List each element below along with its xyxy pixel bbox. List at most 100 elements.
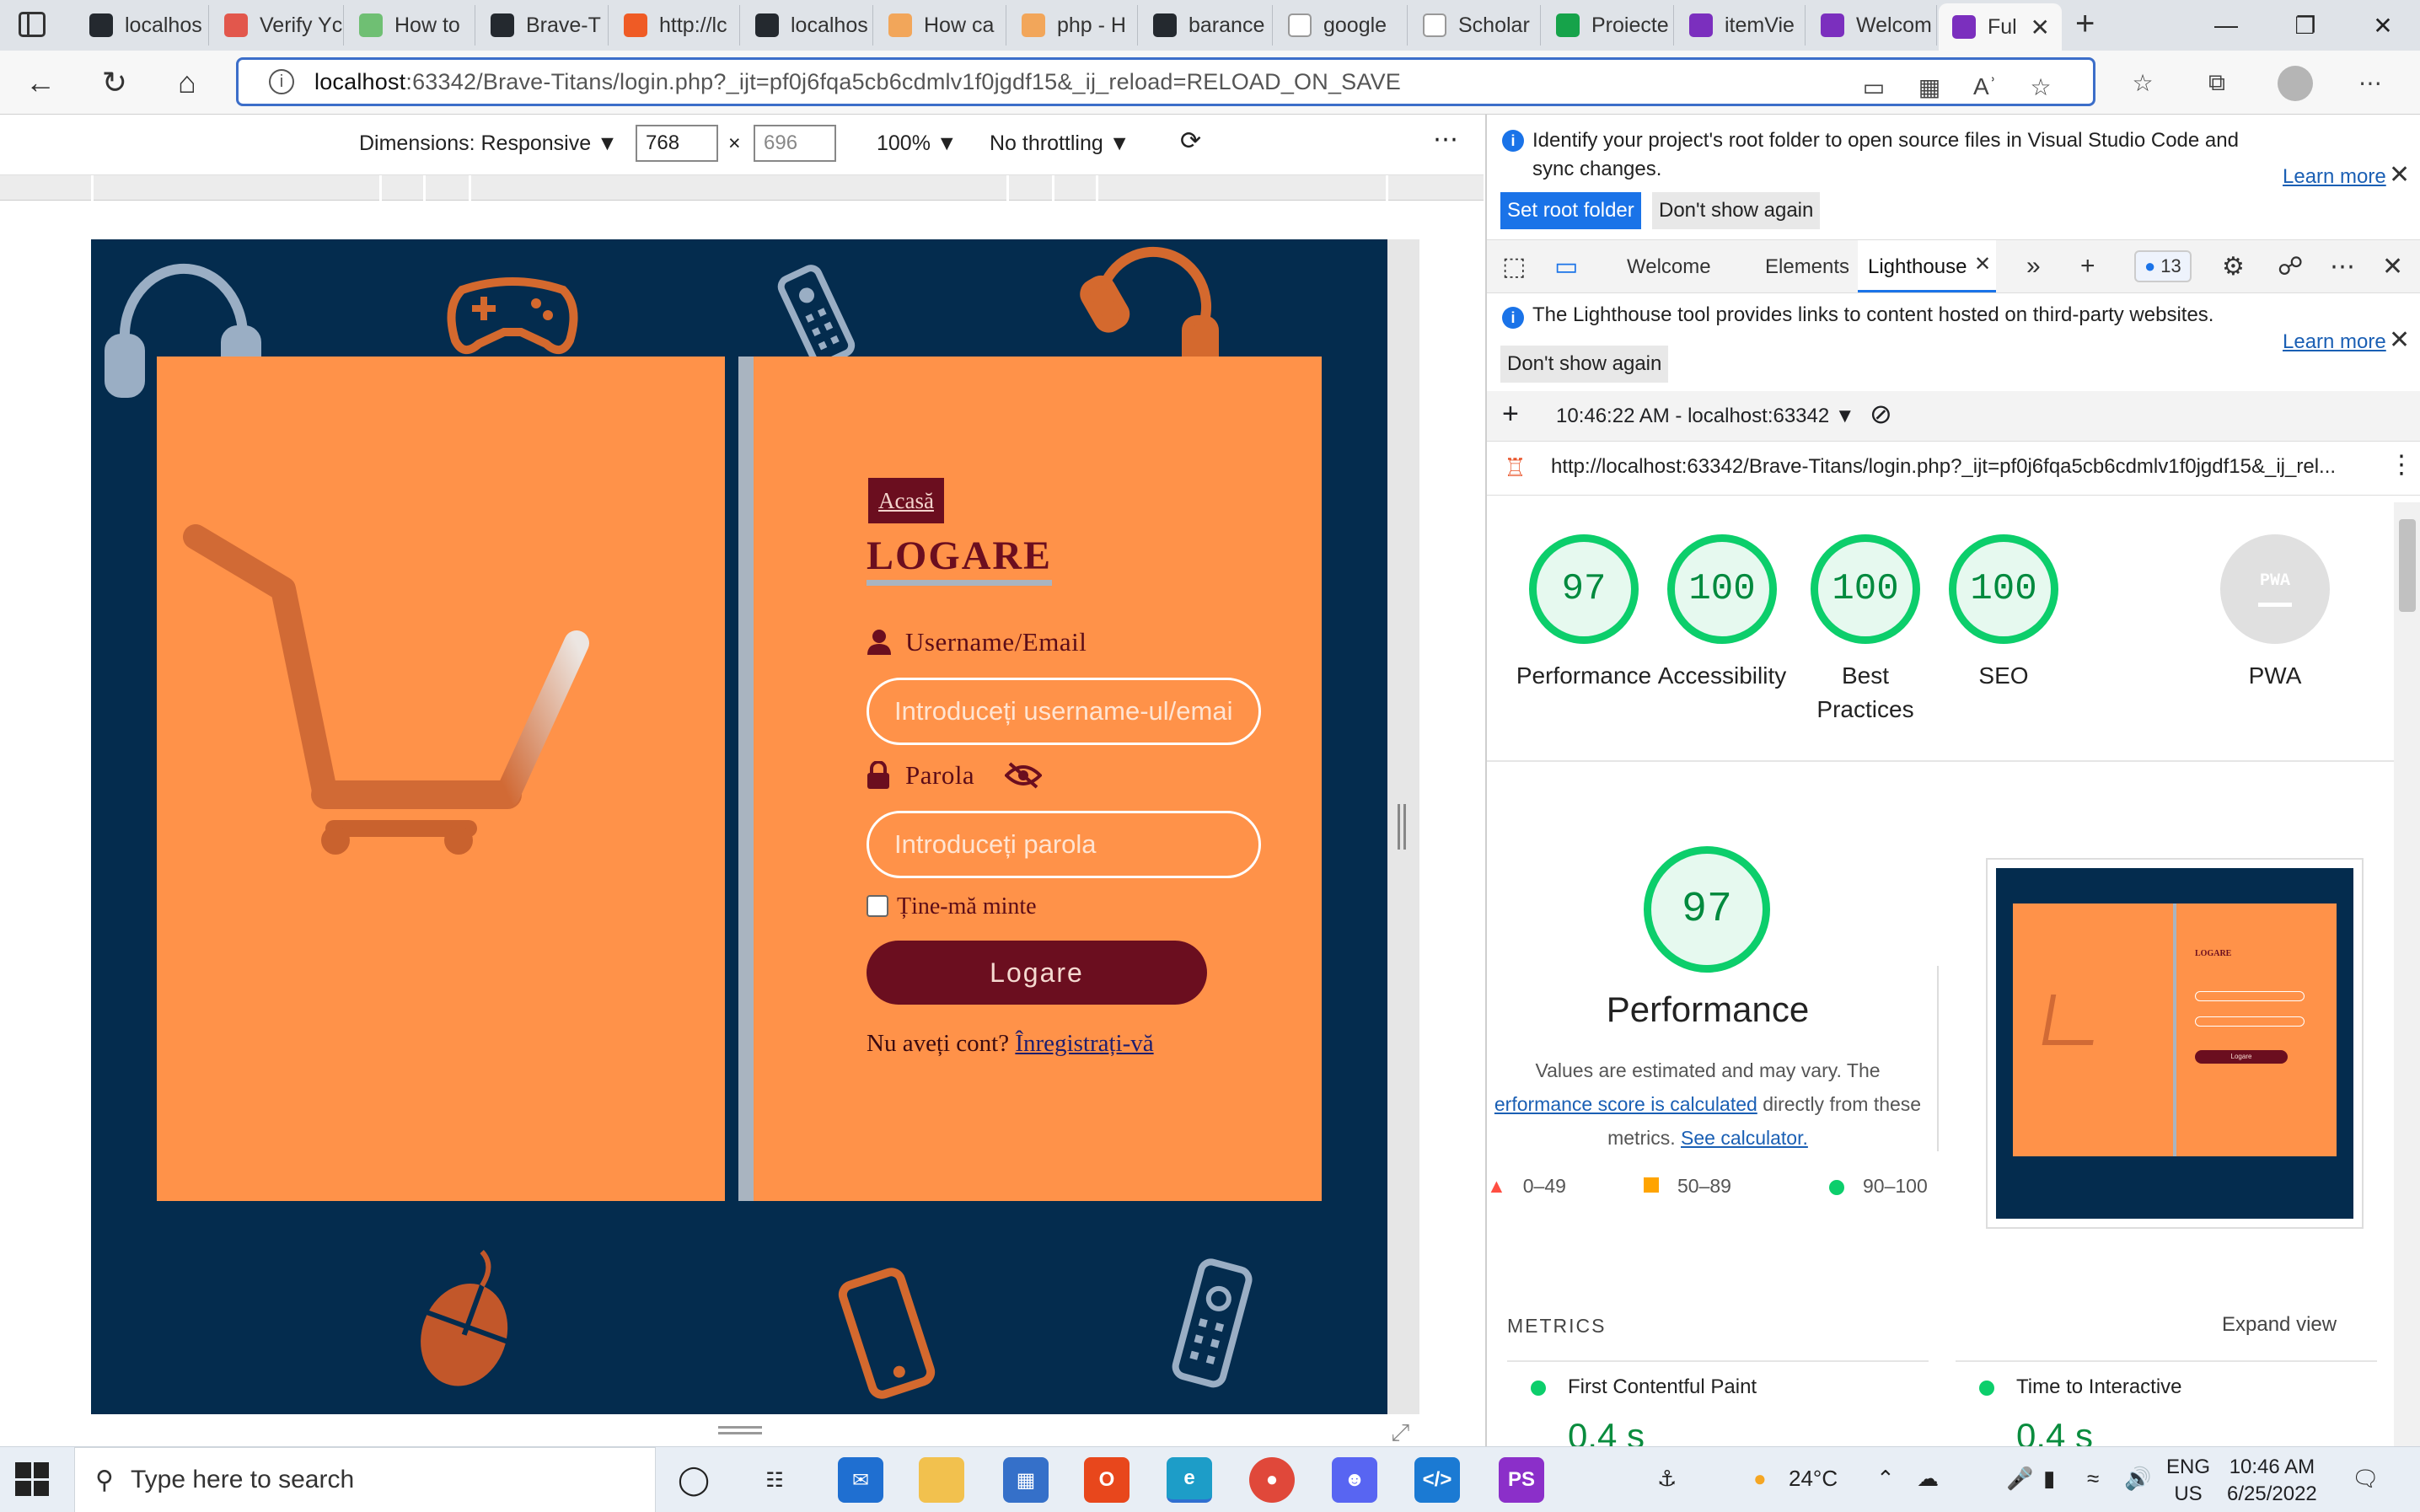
page-screenshot-thumbnail[interactable]: LOGARE Logare <box>1986 858 2364 1229</box>
address-url[interactable]: localhost:63342/Brave-Titans/login.php?_… <box>314 69 1401 95</box>
accessibility-gauge[interactable]: 100 Accessibility <box>1650 534 1794 693</box>
issues-badge[interactable]: ● 13 <box>2134 250 2192 282</box>
dont-show-again-button[interactable]: Don't show again <box>1500 346 1669 383</box>
mail-app-icon[interactable]: ✉ <box>838 1457 883 1503</box>
width-input[interactable]: 768 <box>636 125 718 162</box>
browser-tab[interactable]: Brave-T <box>477 5 609 46</box>
battery-icon[interactable]: ▮ <box>2043 1466 2055 1492</box>
browser-tab[interactable]: Proiecte <box>1543 5 1674 46</box>
browser-tab[interactable]: localhos <box>76 5 209 46</box>
eye-slash-icon[interactable] <box>1005 762 1043 789</box>
vscode-app-icon[interactable]: </> <box>1414 1457 1460 1503</box>
onedrive-icon[interactable]: ☁ <box>1917 1466 1939 1492</box>
close-devtools-icon[interactable]: ✕ <box>2382 252 2403 281</box>
browser-tab[interactable]: How to <box>346 5 475 46</box>
close-banner-icon[interactable]: ✕ <box>2389 160 2410 190</box>
more-options-icon[interactable]: ⋯ <box>1433 125 1458 154</box>
set-root-folder-button[interactable]: Set root folder <box>1500 192 1641 229</box>
browser-tab[interactable]: php - H <box>1008 5 1138 46</box>
more-tabs-icon[interactable]: » <box>2026 252 2041 281</box>
browser-tab[interactable]: Welcom <box>1807 5 1937 46</box>
zoom-dropdown[interactable]: 100% ▼ <box>877 131 958 156</box>
volume-icon[interactable]: 🔊 <box>2124 1466 2151 1492</box>
expand-view-button[interactable]: Expand view <box>2222 1313 2337 1337</box>
rotate-icon[interactable]: ⟳ <box>1180 126 1201 156</box>
username-input[interactable] <box>867 678 1261 745</box>
browser-tab[interactable]: Ful ✕ <box>1939 3 2062 51</box>
inspect-icon[interactable]: ⬚ <box>1502 252 1526 281</box>
language-indicator[interactable]: ENG US <box>2166 1454 2210 1508</box>
chrome-browser-icon[interactable]: ● <box>1249 1457 1295 1503</box>
tab-elements[interactable]: Elements <box>1765 255 1849 279</box>
learn-more-link[interactable]: Learn more <box>2283 330 2386 354</box>
devtools-scrollbar[interactable] <box>2394 502 2420 1446</box>
favorites-icon[interactable]: ☆ <box>2126 66 2160 99</box>
settings-gear-icon[interactable]: ⚙ <box>2222 252 2245 281</box>
customize-icon[interactable]: ☍ <box>2278 252 2303 281</box>
add-favorite-icon[interactable]: ☆ <box>2024 70 2058 104</box>
pwa-gauge[interactable]: PWA PWA <box>2203 534 2347 693</box>
media-query-ruler[interactable] <box>0 175 1484 201</box>
report-menu-icon[interactable]: ⋮ <box>2389 450 2414 480</box>
close-tab-icon[interactable]: ✕ <box>2031 13 2050 41</box>
wifi-icon[interactable]: ≈ <box>2087 1466 2099 1492</box>
browser-tab[interactable]: barance <box>1140 5 1273 46</box>
home-button[interactable]: ⌂ <box>167 62 207 103</box>
office-app-icon[interactable]: O <box>1084 1457 1130 1503</box>
browser-tab[interactable]: itemVie <box>1676 5 1806 46</box>
viewport-corner-resize-handle[interactable]: ⤢ <box>1391 1419 1409 1447</box>
report-url[interactable]: http://localhost:63342/Brave-Titans/logi… <box>1551 455 2336 479</box>
see-calculator-link[interactable]: See calculator. <box>1681 1127 1808 1149</box>
close-tab-icon[interactable]: ✕ <box>1974 252 1991 276</box>
browser-tab[interactable]: How ca <box>875 5 1006 46</box>
performance-gauge[interactable]: 97 Performance <box>1512 534 1655 693</box>
start-button[interactable] <box>15 1462 49 1496</box>
weather-temp[interactable]: 24°C <box>1789 1466 1838 1492</box>
new-tab-button[interactable]: + <box>2075 5 2095 43</box>
address-bar[interactable]: i localhost:63342/Brave-Titans/login.php… <box>236 57 2095 106</box>
weather-icon[interactable]: ● <box>1753 1466 1767 1492</box>
browser-tab[interactable]: Verify Yc <box>211 5 344 46</box>
kebab-menu-icon[interactable]: ⋯ <box>2330 252 2355 281</box>
add-tab-icon[interactable]: + <box>2080 252 2095 281</box>
register-link[interactable]: Înregistrați-vă <box>1015 1030 1153 1057</box>
clear-reports-icon[interactable]: ⊘ <box>1870 398 1892 430</box>
task-view-icon[interactable]: ☷ <box>752 1457 797 1503</box>
score-calculation-link[interactable]: erformance score is calculated <box>1494 1093 1757 1115</box>
show-hidden-icons[interactable]: ⌃ <box>1876 1466 1895 1492</box>
restore-button[interactable]: ❐ <box>2267 0 2343 51</box>
login-button[interactable]: Logare <box>867 941 1207 1005</box>
info-icon[interactable]: i <box>269 69 294 94</box>
tab-welcome[interactable]: Welcome <box>1627 255 1711 279</box>
home-link[interactable]: Acasă <box>868 478 944 523</box>
microphone-icon[interactable]: 🎤 <box>2006 1466 2033 1492</box>
discord-app-icon[interactable]: ☻ <box>1332 1457 1377 1503</box>
cortana-icon[interactable]: ◯ <box>671 1457 716 1503</box>
notifications-icon[interactable]: 🗨 <box>2352 1466 2380 1492</box>
report-dropdown[interactable]: 10:46:22 AM - localhost:63342 ▼ <box>1556 405 1855 428</box>
throttling-dropdown[interactable]: No throttling ▼ <box>990 131 1130 156</box>
browser-tab[interactable]: Scholar <box>1409 5 1541 46</box>
tab-lighthouse[interactable]: Lighthouse ✕ <box>1858 240 1996 292</box>
minimize-button[interactable]: — <box>2188 0 2264 51</box>
tab-actions-icon[interactable] <box>19 12 46 37</box>
close-banner-icon[interactable]: ✕ <box>2389 325 2410 355</box>
taskbar-search-box[interactable]: ⚲ Type here to search <box>74 1447 656 1512</box>
apps-icon[interactable]: ▦ <box>1913 70 1946 104</box>
people-icon[interactable]: ⚓ <box>1657 1466 1677 1492</box>
seo-gauge[interactable]: 100 SEO <box>1932 534 2075 693</box>
back-button[interactable]: ← <box>20 62 61 103</box>
best-practices-gauge[interactable]: 100 Best Practices <box>1794 534 1937 727</box>
refresh-button[interactable]: ↻ <box>94 62 135 103</box>
edge-browser-icon[interactable]: e <box>1167 1457 1212 1503</box>
device-toggle-icon[interactable]: ▭ <box>1554 252 1578 281</box>
dimensions-dropdown[interactable]: Dimensions: Responsive ▼ <box>359 131 618 156</box>
clock[interactable]: 10:46 AM 6/25/2022 <box>2227 1454 2317 1508</box>
read-aloud-icon[interactable]: Aʾ <box>1968 70 2002 104</box>
file-explorer-icon[interactable] <box>919 1457 964 1503</box>
password-input[interactable] <box>867 811 1261 878</box>
close-window-button[interactable]: ✕ <box>2345 0 2420 51</box>
store-app-icon[interactable]: ▦ <box>1003 1457 1049 1503</box>
viewport-resize-handle[interactable] <box>1398 804 1406 850</box>
height-input[interactable]: 696 <box>754 125 836 162</box>
